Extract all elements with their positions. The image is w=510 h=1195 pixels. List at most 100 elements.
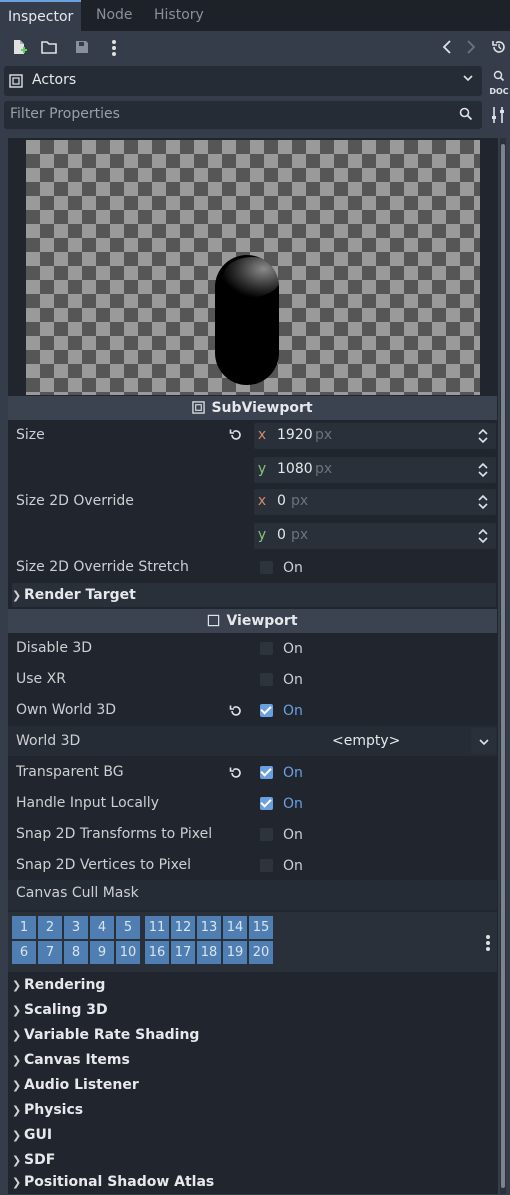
reset-transparent-bg-icon[interactable] <box>229 766 243 784</box>
layer-18[interactable]: 18 <box>197 941 221 964</box>
tab-node[interactable]: Node <box>88 0 141 31</box>
forward-icon[interactable] <box>464 39 478 60</box>
category-canvas-items[interactable]: ❯ Canvas Items <box>12 1048 496 1072</box>
layer-3[interactable]: 3 <box>64 916 88 939</box>
size-y-field[interactable]: y 1080 px <box>254 457 496 483</box>
layer-4[interactable]: 4 <box>90 916 114 939</box>
layer-1[interactable]: 1 <box>12 916 36 939</box>
spinner-icon[interactable] <box>478 494 488 511</box>
inspector-scrollbar[interactable] <box>500 138 506 1194</box>
handle-input-locally-value: On <box>283 796 303 812</box>
category-label: SDF <box>24 1152 56 1168</box>
open-folder-icon[interactable] <box>40 39 58 60</box>
snap-2d-vertices-checkbox[interactable] <box>260 859 273 872</box>
world-3d-dropdown-button[interactable] <box>471 728 496 754</box>
layer-17[interactable]: 17 <box>171 941 195 964</box>
capsule-mesh <box>215 255 279 385</box>
chevron-down-icon <box>479 739 489 746</box>
category-audio-listener[interactable]: ❯ Audio Listener <box>12 1073 496 1097</box>
object-name: Actors <box>32 72 77 88</box>
category-scaling-3d[interactable]: ❯ Scaling 3D <box>12 998 496 1022</box>
category-physics[interactable]: ❯ Physics <box>12 1098 496 1122</box>
doc-button[interactable]: DOC <box>488 70 510 96</box>
layer-6[interactable]: 6 <box>12 941 36 964</box>
layer-12[interactable]: 12 <box>171 916 195 939</box>
filter-properties-field[interactable]: Filter Properties <box>4 101 482 129</box>
viewport-preview <box>26 140 480 395</box>
size-2d-override-stretch-checkbox[interactable] <box>260 561 273 574</box>
property-tools-icon[interactable] <box>490 106 506 128</box>
snap-2d-transforms-checkbox[interactable] <box>260 828 273 841</box>
filter-placeholder: Filter Properties <box>10 106 120 122</box>
save-icon[interactable] <box>73 39 91 60</box>
size-2d-override-x-field[interactable]: x 0 px <box>254 489 496 515</box>
axis-x-label: x <box>257 427 267 443</box>
handle-input-locally-checkbox[interactable] <box>260 797 273 810</box>
chevron-right-icon: ❯ <box>12 1176 22 1189</box>
layer-19[interactable]: 19 <box>223 941 247 964</box>
category-render-target[interactable]: ❯ Render Target <box>12 583 496 607</box>
chevron-right-icon: ❯ <box>12 1079 22 1092</box>
own-world-3d-checkbox[interactable] <box>260 704 273 717</box>
tab-inspector[interactable]: Inspector <box>0 0 82 31</box>
world-3d-value: <empty> <box>332 733 401 749</box>
layer-5[interactable]: 5 <box>116 916 140 939</box>
search-icon <box>459 107 473 125</box>
chevron-right-icon: ❯ <box>12 1104 22 1117</box>
layer-9[interactable]: 9 <box>90 941 114 964</box>
layer-15[interactable]: 15 <box>249 916 273 939</box>
history-icon[interactable] <box>490 39 508 60</box>
use-xr-checkbox[interactable] <box>260 673 273 686</box>
own-world-3d-label: Own World 3D <box>16 702 117 718</box>
category-label: GUI <box>24 1127 53 1143</box>
section-viewport[interactable]: Viewport <box>8 609 497 633</box>
layer-11[interactable]: 11 <box>145 916 169 939</box>
section-viewport-label: Viewport <box>226 613 298 629</box>
scrollbar-thumb[interactable] <box>501 144 505 1188</box>
snap-2d-vertices-label: Snap 2D Vertices to Pixel <box>16 857 191 873</box>
layer-2[interactable]: 2 <box>38 916 62 939</box>
object-selector[interactable]: Actors <box>4 66 482 96</box>
new-resource-icon[interactable] <box>10 39 28 60</box>
cull-mask-menu-icon[interactable] <box>484 934 492 956</box>
layer-13[interactable]: 13 <box>197 916 221 939</box>
size-x-unit: px <box>315 427 333 443</box>
tab-history[interactable]: History <box>146 0 212 31</box>
layer-10[interactable]: 10 <box>116 941 140 964</box>
use-xr-value: On <box>283 672 303 688</box>
spinner-icon[interactable] <box>478 428 488 445</box>
category-label: Scaling 3D <box>24 1002 108 1018</box>
axis-y-label: y <box>257 527 267 543</box>
disable-3d-checkbox[interactable] <box>260 642 273 655</box>
size-2d-override-y-field[interactable]: y 0 px <box>254 523 496 549</box>
layer-8[interactable]: 8 <box>64 941 88 964</box>
use-xr-label: Use XR <box>16 671 66 687</box>
layer-16[interactable]: 16 <box>145 941 169 964</box>
layer-7[interactable]: 7 <box>38 941 62 964</box>
transparent-bg-label: Transparent BG <box>16 764 124 780</box>
transparent-bg-checkbox[interactable] <box>260 766 273 779</box>
category-sdf[interactable]: ❯ SDF <box>12 1148 496 1172</box>
section-subviewport[interactable]: SubViewport <box>8 396 497 420</box>
category-rendering[interactable]: ❯ Rendering <box>12 973 496 997</box>
layer-20[interactable]: 20 <box>249 941 273 964</box>
world-3d-resource-picker[interactable]: <empty> <box>254 728 470 754</box>
more-icon[interactable] <box>106 39 122 62</box>
transparent-bg-value: On <box>283 765 303 781</box>
reset-size-icon[interactable] <box>229 428 243 446</box>
size-x-field[interactable]: x 1920 px <box>254 423 496 449</box>
spinner-icon[interactable] <box>478 462 488 479</box>
chevron-right-icon: ❯ <box>12 1054 22 1067</box>
world-3d-label: World 3D <box>16 733 81 749</box>
back-icon[interactable] <box>440 39 454 60</box>
snap-2d-transforms-label: Snap 2D Transforms to Pixel <box>16 826 213 842</box>
layer-14[interactable]: 14 <box>223 916 247 939</box>
category-positional-shadow-atlas[interactable]: ❯ Positional Shadow Atlas <box>12 1170 496 1194</box>
disable-3d-value: On <box>283 641 303 657</box>
size-2d-override-label: Size 2D Override <box>16 493 134 509</box>
reset-own-world-3d-icon[interactable] <box>229 704 243 722</box>
category-variable-rate-shading[interactable]: ❯ Variable Rate Shading <box>12 1023 496 1047</box>
size-y-unit: px <box>315 461 333 477</box>
category-gui[interactable]: ❯ GUI <box>12 1123 496 1147</box>
spinner-icon[interactable] <box>478 528 488 545</box>
